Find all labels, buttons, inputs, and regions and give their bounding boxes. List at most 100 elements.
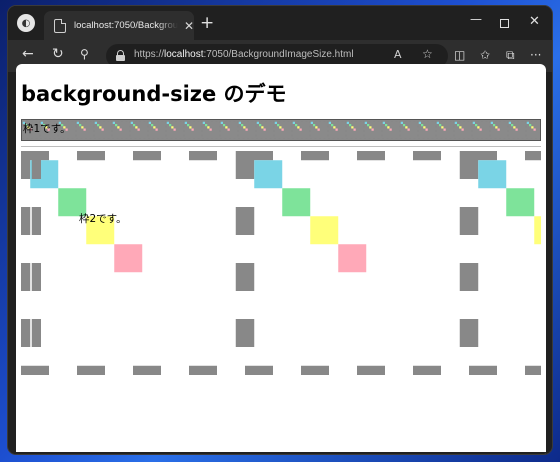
collections-icon[interactable]: ⧉	[506, 49, 515, 61]
cyan-square	[364, 121, 367, 124]
gray-dash	[418, 134, 419, 137]
refresh-icon[interactable]: ↻	[52, 47, 64, 61]
gray-dash	[274, 121, 275, 124]
gray-dash	[201, 130, 202, 133]
browser-logo-icon[interactable]: ◐	[17, 14, 35, 32]
split-screen-icon[interactable]: ◫	[454, 49, 465, 61]
green-square	[510, 123, 514, 127]
gray-dash	[157, 138, 160, 139]
maximize-button[interactable]	[500, 19, 509, 28]
gray-dash	[103, 138, 106, 139]
gray-dash	[418, 138, 421, 139]
yellow-square	[534, 216, 546, 245]
background-tile	[21, 151, 245, 375]
gray-dash	[400, 134, 401, 137]
tab-close-icon[interactable]: ✕	[184, 20, 194, 32]
green-square	[150, 123, 154, 127]
green-square	[78, 123, 82, 127]
gray-dash	[291, 125, 292, 128]
gray-dash	[183, 134, 184, 137]
background-tile	[220, 121, 238, 139]
gray-dash	[202, 121, 203, 124]
close-window-button[interactable]: ✕	[529, 14, 540, 29]
gray-dash	[260, 138, 263, 139]
background-tile	[202, 121, 220, 139]
gray-dash	[256, 121, 257, 124]
pink-square	[389, 128, 392, 131]
gray-dash	[490, 130, 491, 133]
gray-dash	[395, 138, 398, 139]
cyan-square	[382, 121, 385, 124]
browser-window: ◐ localhost:7050/BackgroundImageSize.htm…	[8, 6, 552, 454]
cyan-square	[202, 121, 205, 124]
gray-dash	[245, 365, 273, 375]
gray-dash	[273, 125, 274, 128]
gray-dash	[503, 138, 506, 139]
background-tile	[526, 121, 540, 139]
gray-dash	[471, 130, 472, 133]
gray-dash	[381, 121, 382, 124]
cyan-square	[292, 121, 295, 124]
gray-dash	[76, 130, 77, 133]
gray-dash	[220, 138, 223, 139]
gray-dash	[220, 130, 221, 133]
gray-dash	[399, 134, 400, 137]
gray-dash	[400, 125, 401, 128]
gray-dash	[363, 130, 364, 133]
yellow-square	[513, 126, 516, 129]
gray-dash	[103, 121, 106, 122]
gray-dash	[255, 130, 256, 133]
gray-dash	[283, 121, 286, 122]
background-tile	[328, 121, 346, 139]
green-square	[96, 123, 100, 127]
gray-dash	[345, 121, 346, 124]
gray-dash	[539, 138, 540, 139]
new-tab-button[interactable]: +	[200, 15, 214, 32]
gray-dash	[413, 121, 416, 122]
gray-dash	[490, 121, 491, 124]
gray-dash	[535, 121, 538, 122]
gray-dash	[247, 121, 250, 122]
gray-dash	[265, 121, 268, 122]
gray-dash	[233, 138, 236, 139]
gray-dash	[323, 138, 326, 139]
gray-dash	[435, 134, 436, 137]
cyan-square	[130, 121, 133, 124]
window-bottom-edge	[8, 452, 552, 454]
gray-dash	[341, 138, 344, 139]
gray-dash	[526, 134, 527, 137]
read-aloud-icon[interactable]: A	[394, 48, 402, 61]
gray-dash	[363, 121, 364, 124]
favorite-icon[interactable]: ☆	[422, 47, 433, 61]
pink-square	[263, 128, 266, 131]
gray-dash	[31, 138, 34, 139]
yellow-square	[189, 126, 192, 129]
green-square	[474, 123, 478, 127]
gray-dash	[381, 134, 382, 137]
gray-dash	[148, 125, 149, 128]
back-icon[interactable]: ←	[22, 47, 34, 61]
gray-dash	[273, 134, 274, 137]
gray-dash	[489, 134, 490, 137]
gray-dash	[391, 138, 394, 139]
lock-icon[interactable]	[116, 50, 125, 61]
minimize-button[interactable]: —	[470, 12, 482, 26]
gray-dash	[296, 121, 299, 122]
gray-dash	[453, 130, 454, 133]
gray-dash	[125, 138, 128, 139]
gray-dash	[440, 121, 443, 122]
background-tile	[274, 121, 292, 139]
gray-dash	[130, 121, 131, 124]
background-tile	[184, 121, 202, 139]
gray-dash	[211, 121, 214, 122]
tab-active[interactable]: localhost:7050/BackgroundImageSize.html …	[44, 11, 194, 40]
search-icon[interactable]: ⚲	[80, 48, 89, 60]
gray-dash	[436, 125, 437, 128]
pink-square	[407, 128, 410, 131]
gray-dash	[368, 121, 371, 122]
yellow-square	[297, 126, 300, 129]
more-icon[interactable]: ···	[530, 49, 541, 61]
favorites-icon[interactable]: ✩	[480, 49, 490, 61]
gray-dash	[404, 138, 407, 139]
url-text[interactable]: https://localhost:7050/BackgroundImageSi…	[134, 49, 354, 60]
